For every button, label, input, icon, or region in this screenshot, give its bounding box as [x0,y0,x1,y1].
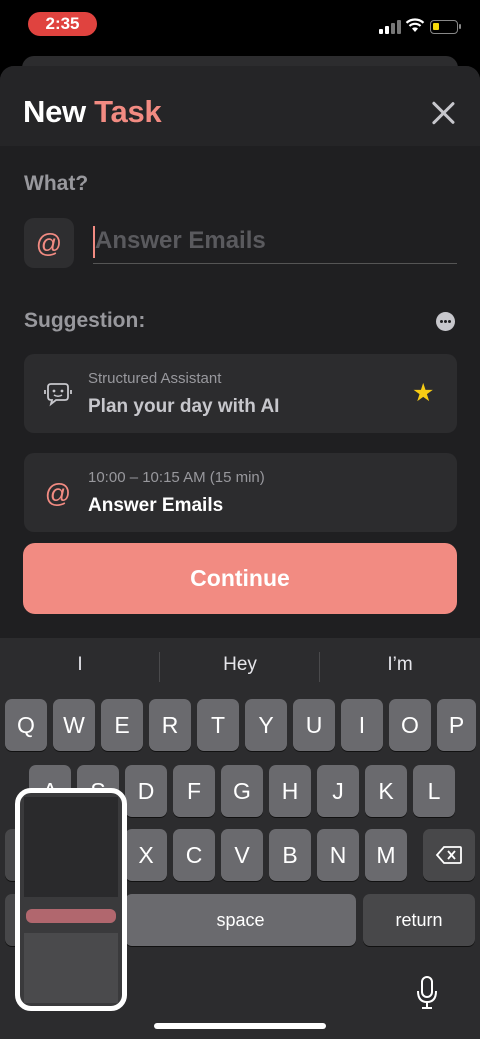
thumbnail-content [26,909,116,923]
key-r[interactable]: R [149,699,191,751]
key-j[interactable]: J [317,765,359,817]
new-task-sheet: New Task What? @ Suggestion: Structured … [0,66,480,686]
title-new: New [23,94,86,129]
status-time: 2:35 [28,12,97,36]
chat-bot-icon [44,383,72,407]
card-time: 10:00 – 10:15 AM (15 min) [88,469,265,486]
key-k[interactable]: K [365,765,407,817]
key-b[interactable]: B [269,829,311,881]
space-key[interactable]: space [125,894,356,946]
key-n[interactable]: N [317,829,359,881]
card-subtitle: Structured Assistant [88,370,222,387]
key-t[interactable]: T [197,699,239,751]
backspace-icon[interactable] [423,829,475,881]
key-l[interactable]: L [413,765,455,817]
key-v[interactable]: V [221,829,263,881]
key-w[interactable]: W [53,699,95,751]
prediction-2[interactable]: Hey [160,654,320,676]
continue-button[interactable]: Continue [23,543,457,614]
sheet-header: New Task [0,66,480,146]
key-u[interactable]: U [293,699,335,751]
star-icon[interactable]: ★ [412,381,434,406]
key-f[interactable]: F [173,765,215,817]
suggestion-label: Suggestion: [24,309,146,332]
task-icon-button[interactable]: @ [24,218,74,268]
wifi-icon [405,18,425,32]
key-d[interactable]: D [125,765,167,817]
thumbnail-content [24,797,118,897]
battery-icon [430,20,461,34]
return-key[interactable]: return [363,894,475,946]
key-q[interactable]: Q [5,699,47,751]
key-h[interactable]: H [269,765,311,817]
prediction-3[interactable]: I’m [320,654,480,676]
suggestion-card-answer-emails[interactable]: @ 10:00 – 10:15 AM (15 min) Answer Email… [24,453,457,532]
status-bar: 2:35 [0,0,480,48]
key-p[interactable]: P [437,699,476,751]
key-o[interactable]: O [389,699,431,751]
key-i[interactable]: I [341,699,383,751]
home-indicator[interactable] [154,1023,326,1029]
task-name-input[interactable] [95,222,451,260]
close-icon[interactable] [428,98,458,128]
suggestion-card-assistant[interactable]: Structured Assistant Plan your day with … [24,354,457,433]
prediction-1[interactable]: I [0,654,160,676]
key-m[interactable]: M [365,829,407,881]
key-g[interactable]: G [221,765,263,817]
screenshot-thumbnail[interactable] [15,788,127,1011]
thumbnail-content [24,933,118,1003]
key-e[interactable]: E [101,699,143,751]
microphone-icon[interactable] [414,975,440,1011]
key-x[interactable]: X [125,829,167,881]
ellipsis-circle-icon[interactable] [436,312,455,331]
cellular-signal-icon [379,20,403,34]
card-title: Plan your day with AI [88,396,280,417]
key-y[interactable]: Y [245,699,287,751]
page-title: New Task [23,94,162,130]
at-icon: @ [44,478,72,508]
task-name-field[interactable] [93,218,457,264]
predictive-text-bar: I Hey I’m [0,638,480,696]
key-c[interactable]: C [173,829,215,881]
what-label: What? [24,172,89,195]
card-title: Answer Emails [88,495,224,516]
title-task: Task [94,94,162,129]
